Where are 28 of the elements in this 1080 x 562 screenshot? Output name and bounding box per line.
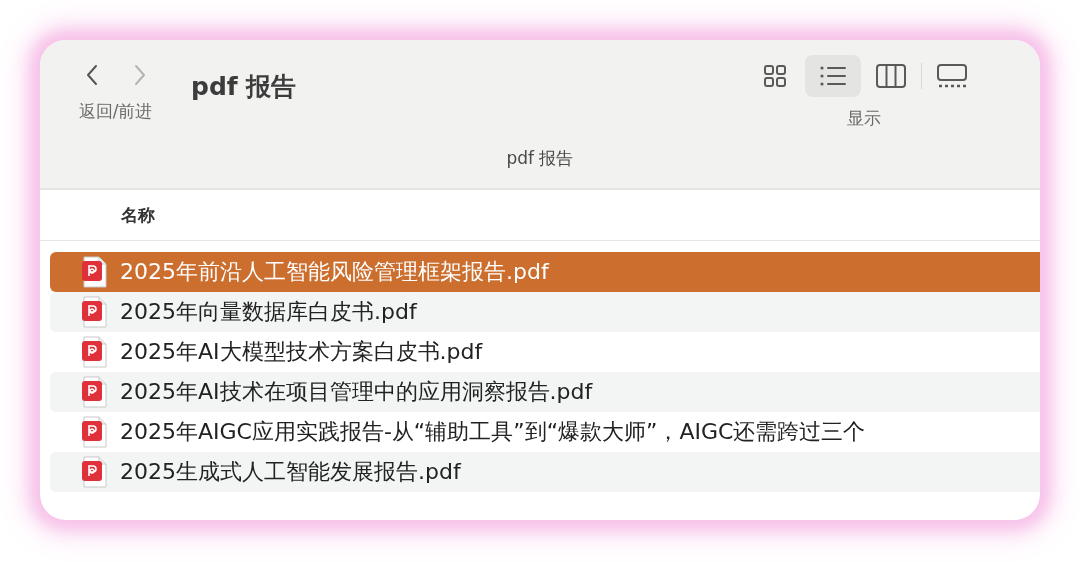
columns-icon (876, 64, 906, 88)
file-name: 2025年AI大模型技术方案白皮书.pdf (120, 338, 483, 366)
list-icon (820, 66, 846, 86)
path-title: pdf 报告 (506, 147, 574, 170)
file-name: 2025年AI技术在项目管理中的应用洞察报告.pdf (120, 378, 593, 406)
pdf-file-icon (81, 376, 107, 408)
pdf-file-icon (81, 256, 107, 288)
view-label: 显示 (846, 107, 881, 130)
file-name: 2025年前沿人工智能风险管理框架报告.pdf (120, 258, 549, 286)
file-row[interactable]: 2025年AI技术在项目管理中的应用洞察报告.pdf (50, 372, 1040, 412)
pdf-file-icon (81, 296, 107, 328)
gallery-icon (937, 64, 967, 88)
file-name: 2025年向量数据库白皮书.pdf (120, 298, 417, 326)
pdf-file-icon (81, 416, 107, 448)
file-row[interactable]: 2025年前沿人工智能风险管理框架报告.pdf (50, 252, 1040, 292)
chevron-left-icon (85, 64, 98, 86)
file-name: 2025年AIGC应用实践报告-从“辅助工具”到“爆款大师”，AIGC还需跨过三个 (120, 418, 866, 446)
file-row[interactable]: 2025生成式人工智能发展报告.pdf (50, 452, 1040, 492)
column-header[interactable]: 名称 (121, 203, 155, 227)
pdf-file-icon (81, 456, 107, 488)
chevron-right-icon (133, 64, 146, 86)
file-name: 2025生成式人工智能发展报告.pdf (120, 458, 461, 486)
nav-label: 返回/前进 (78, 100, 153, 123)
pdf-file-icon (81, 336, 107, 368)
file-row[interactable]: 2025年向量数据库白皮书.pdf (50, 292, 1040, 332)
grid-icon (763, 64, 787, 88)
window-title: pdf 报告 (191, 71, 297, 102)
view-button[interactable] (805, 55, 861, 97)
